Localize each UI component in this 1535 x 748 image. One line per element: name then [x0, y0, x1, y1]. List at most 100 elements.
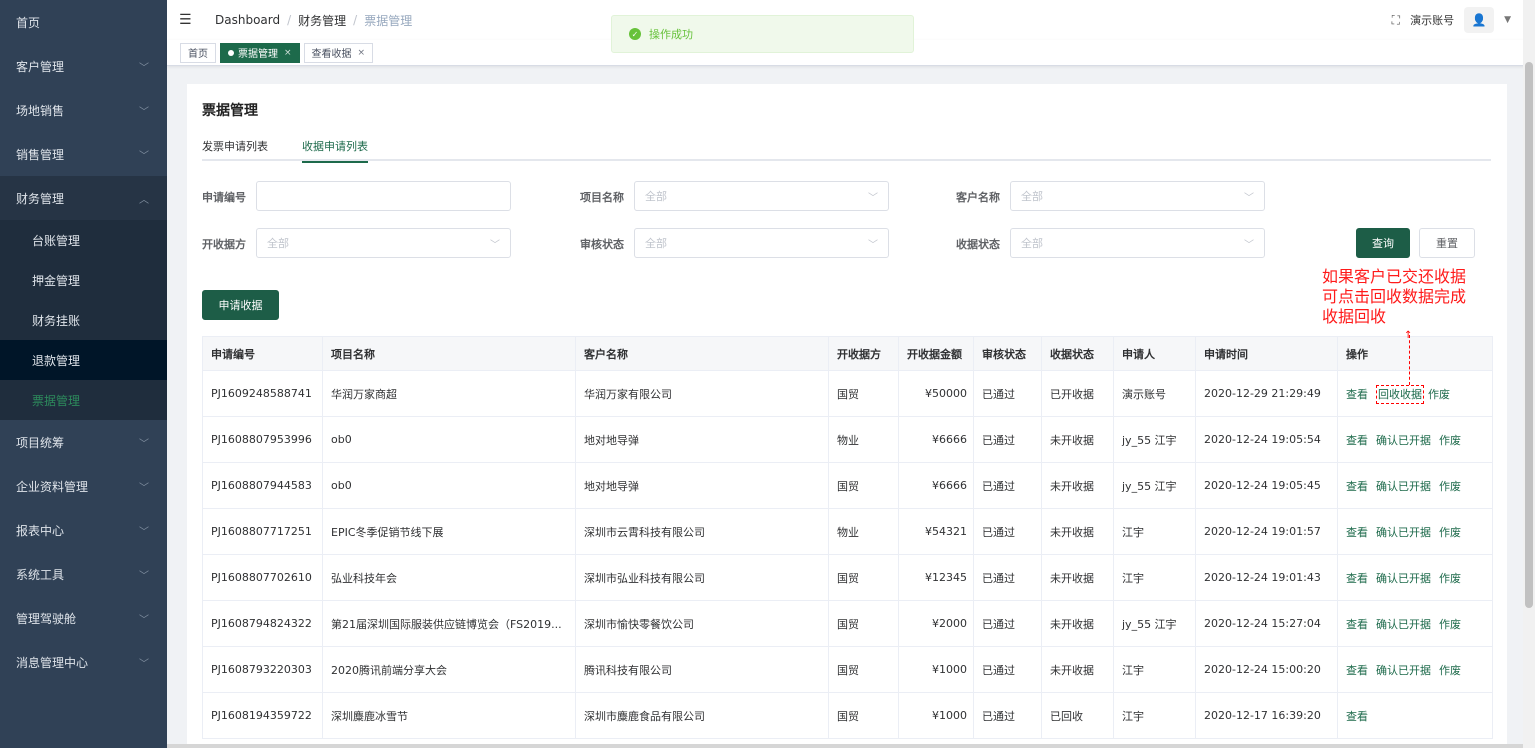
sidebar-subitem-ledger[interactable]: 台账管理	[0, 220, 167, 260]
cell-amount: ¥54321	[898, 508, 974, 555]
void-link[interactable]: 作废	[1439, 434, 1461, 447]
receipt-status-select[interactable]: 全部 ﹀	[1010, 228, 1265, 258]
tab-receipt-list[interactable]: 收据申请列表	[302, 138, 368, 163]
view-link[interactable]: 查看	[1346, 710, 1368, 723]
cell-project: 弘业科技年会	[322, 554, 576, 601]
view-link[interactable]: 查看	[1346, 664, 1368, 677]
reset-button[interactable]: 重置	[1419, 228, 1475, 258]
tag-home[interactable]: 首页	[180, 42, 216, 63]
account-name[interactable]: 演示账号	[1410, 12, 1454, 28]
cell-no: PJ1608807953996	[202, 416, 323, 463]
chevron-down-icon: ﹀	[1244, 239, 1254, 251]
select-placeholder: 全部	[1021, 237, 1043, 250]
sidebar-item-sales[interactable]: 销售管理 ﹀	[0, 132, 167, 176]
annotation-line: 可点击回收数据完成	[1322, 287, 1467, 306]
recycle-receipt-link[interactable]: 回收收据	[1376, 384, 1424, 404]
sidebar-subitem-pending[interactable]: 财务挂账	[0, 300, 167, 340]
project-select[interactable]: 全部 ﹀	[634, 181, 889, 211]
apply-receipt-button[interactable]: 申请收据	[202, 290, 279, 320]
view-link[interactable]: 查看	[1346, 480, 1368, 493]
cell-no: PJ1608807944583	[202, 462, 323, 509]
table-row: PJ1608807702610 弘业科技年会 深圳市弘业科技有限公司 国贸 ¥12345…	[202, 554, 1493, 601]
confirm-issued-link[interactable]: 确认已开据	[1376, 434, 1431, 447]
confirm-issued-link[interactable]: 确认已开据	[1376, 480, 1431, 493]
chevron-down-icon: ﹀	[139, 482, 149, 494]
breadcrumb: Dashboard / 财务管理 / 票据管理	[215, 12, 412, 29]
void-link[interactable]: 作废	[1439, 572, 1461, 585]
close-icon[interactable]: ×	[358, 48, 366, 58]
chevron-down-icon: ﹀	[139, 438, 149, 450]
void-link[interactable]: 作废	[1439, 618, 1461, 631]
cell-no: PJ1608794824322	[202, 600, 323, 647]
cell-project: 第21届深圳国际服装供应链博览会（FS2019...	[322, 600, 576, 647]
chevron-down-icon: ﹀	[139, 614, 149, 626]
sidebar-subitem-deposit[interactable]: 押金管理	[0, 260, 167, 300]
sidebar-item-venue-sales[interactable]: 场地销售 ﹀	[0, 88, 167, 132]
scroll-thumb[interactable]	[1525, 62, 1533, 608]
column-header: 客户名称	[575, 336, 829, 371]
hamburger-icon[interactable]: ☰	[179, 12, 199, 28]
fullscreen-icon[interactable]: ⛶	[1392, 13, 1400, 28]
confirm-issued-link[interactable]: 确认已开据	[1376, 572, 1431, 585]
caret-down-icon[interactable]: ▼	[1504, 15, 1511, 25]
breadcrumb-item[interactable]: Dashboard	[215, 13, 280, 27]
query-button[interactable]: 查询	[1356, 228, 1410, 258]
audit-select[interactable]: 全部 ﹀	[634, 228, 889, 258]
sidebar-item-projects[interactable]: 项目统筹 ﹀	[0, 420, 167, 464]
tab-invoice-list[interactable]: 发票申请列表	[202, 138, 268, 161]
view-link[interactable]: 查看	[1346, 526, 1368, 539]
cell-status: 未开收据	[1041, 462, 1114, 509]
cell-ops: 查看 确认已开据 作废	[1337, 554, 1493, 601]
sidebar-item-tools[interactable]: 系统工具 ﹀	[0, 552, 167, 596]
cell-audit: 已通过	[973, 508, 1042, 555]
avatar[interactable]: 👤	[1464, 7, 1495, 33]
cell-issuer: 国贸	[828, 692, 899, 739]
sidebar-item-finance[interactable]: 财务管理 ︿	[0, 176, 167, 220]
void-link[interactable]: 作废	[1439, 480, 1461, 493]
cell-time: 2020-12-29 21:29:49	[1195, 370, 1338, 417]
chevron-down-icon: ﹀	[139, 150, 149, 162]
table-row: PJ1608794824322 第21届深圳国际服装供应链博览会（FS2019..…	[202, 600, 1493, 647]
tag-view-receipt[interactable]: 查看收据 ×	[303, 42, 374, 63]
close-icon[interactable]: ×	[284, 48, 292, 58]
sidebar-subitem-invoices[interactable]: 票据管理	[0, 380, 167, 420]
apply-no-input[interactable]	[256, 181, 511, 211]
cell-audit: 已通过	[973, 416, 1042, 463]
tag-invoices[interactable]: 票据管理 ×	[220, 42, 300, 63]
vertical-scrollbar[interactable]	[1523, 0, 1535, 748]
customer-select[interactable]: 全部 ﹀	[1010, 181, 1265, 211]
sidebar-item-label: 消息管理中心	[16, 655, 89, 670]
cell-ops: 查看 回收收据 作废	[1337, 370, 1493, 417]
sidebar-item-enterprise[interactable]: 企业资料管理 ﹀	[0, 464, 167, 508]
view-link[interactable]: 查看	[1346, 572, 1368, 585]
issuer-select[interactable]: 全部 ﹀	[256, 228, 511, 258]
confirm-issued-link[interactable]: 确认已开据	[1376, 664, 1431, 677]
confirm-issued-link[interactable]: 确认已开据	[1376, 618, 1431, 631]
sidebar-item-reports[interactable]: 报表中心 ﹀	[0, 508, 167, 552]
sidebar-item-messages[interactable]: 消息管理中心 ﹀	[0, 640, 167, 684]
void-link[interactable]: 作废	[1439, 526, 1461, 539]
void-link[interactable]: 作废	[1439, 664, 1461, 677]
cell-amount: ¥2000	[898, 600, 974, 647]
sidebar-item-cockpit[interactable]: 管理驾驶舱 ﹀	[0, 596, 167, 640]
cell-applicant: 演示账号	[1113, 370, 1196, 417]
sidebar-subitem-refund[interactable]: 退款管理	[0, 340, 167, 380]
chevron-down-icon: ﹀	[139, 62, 149, 74]
column-header: 申请编号	[202, 336, 323, 371]
void-link[interactable]: 作废	[1428, 388, 1450, 401]
cell-issuer: 物业	[828, 508, 899, 555]
confirm-issued-link[interactable]: 确认已开据	[1376, 526, 1431, 539]
cell-time: 2020-12-24 15:27:04	[1195, 600, 1338, 647]
column-header: 审核状态	[973, 336, 1042, 371]
cell-customer: 华润万家有限公司	[575, 370, 829, 417]
view-link[interactable]: 查看	[1346, 618, 1368, 631]
view-link[interactable]: 查看	[1346, 434, 1368, 447]
table-row: PJ1608807944583 ob0 地对地导弹 国贸 ¥6666 已通过 未开收据 jy_…	[202, 462, 1493, 509]
cell-project: 2020腾讯前端分享大会	[322, 646, 576, 693]
column-header: 申请时间	[1195, 336, 1338, 371]
sidebar-item-home[interactable]: 首页	[0, 0, 167, 44]
view-link[interactable]: 查看	[1346, 388, 1368, 401]
horizontal-scrollbar[interactable]	[167, 744, 1523, 748]
table-row: PJ1608194359722 深圳麋鹿冰雪节 深圳市麋鹿食品有限公司 国贸 ¥1000…	[202, 692, 1493, 739]
sidebar-item-customers[interactable]: 客户管理 ﹀	[0, 44, 167, 88]
